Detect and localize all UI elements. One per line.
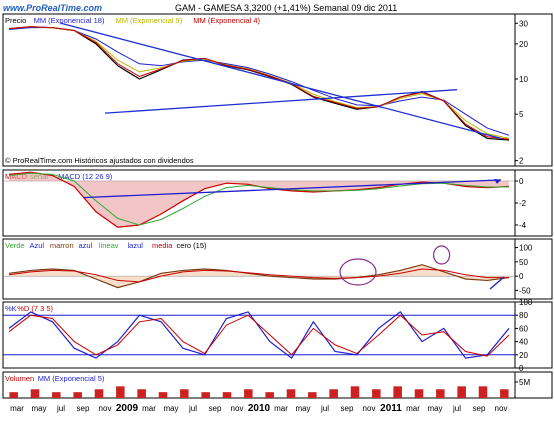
x-tick-label: may	[163, 404, 178, 413]
chart-title: GAM - GAMESA 3,3200 (+1,41%) Semanal 09 …	[175, 3, 397, 13]
x-tick-label: sep	[341, 404, 354, 413]
volume-bar	[350, 386, 360, 398]
legend-entry: lineav	[99, 241, 119, 250]
x-tick-label: mar	[274, 404, 288, 413]
volume-bar	[201, 392, 210, 398]
x-tick-label: nov	[363, 404, 376, 413]
volume-bar	[180, 389, 189, 398]
x-tick-label: jul	[188, 404, 197, 413]
volume-bar	[500, 389, 509, 398]
legend-entry: MM (Exponencial 4)	[193, 16, 260, 25]
volume-bar	[478, 386, 488, 398]
x-tick-label: sep	[209, 404, 222, 413]
legend-entry: Volumen	[5, 374, 34, 383]
x-tick-label: nov	[495, 404, 508, 413]
y-tick-label: 100	[519, 298, 533, 307]
legend-entry: MM (Exponencial 9)	[116, 16, 183, 25]
volume-bar	[329, 389, 338, 398]
panel-stochastic: 100806040200%K %D (7 3 5)	[2, 298, 553, 373]
volume-bar	[414, 389, 424, 398]
panel-frame	[2, 13, 516, 167]
volume-bar	[158, 392, 168, 398]
volume-bar	[372, 389, 381, 398]
legend-entry: MM (Exponencial 5)	[38, 374, 105, 383]
y-tick-label: 100	[519, 244, 533, 253]
x-tick-label: 2009	[116, 403, 139, 414]
volume-bar	[94, 389, 104, 398]
legend-entry: %D (7 3 5)	[17, 304, 53, 313]
volume-bar	[393, 386, 402, 398]
volume-bar	[308, 392, 317, 398]
footnote: © ProRealTime.com Históricos ajustados c…	[5, 156, 194, 165]
chart-window: www.ProRealTime.com GAM - GAMESA 3,3200 …	[0, 0, 554, 418]
x-tick-label: mar	[406, 404, 420, 413]
panel-volume: 5M Volumen MM (Exponencial 5)	[2, 371, 553, 399]
x-tick-label: jul	[56, 404, 65, 413]
y-axis-frame	[514, 13, 553, 167]
volume-bar	[222, 392, 232, 398]
legend-entry: azul	[79, 241, 93, 250]
volume-bar	[457, 386, 466, 398]
x-tick-label: 2010	[248, 403, 271, 414]
panel-price: 30 20 10 5 2 Precio MM (Exponencial 18) MM (Exp…	[2, 13, 553, 167]
x-tick-label: nov	[99, 404, 112, 413]
legend-entry: %K	[5, 304, 17, 313]
x-tick-label: jul	[452, 404, 461, 413]
y-tick-label: 0	[519, 177, 524, 186]
x-tick-label: sep	[473, 404, 486, 413]
y-tick-label: -2	[519, 199, 527, 208]
x-tick-label: mar	[142, 404, 156, 413]
volume-bar	[244, 389, 253, 398]
volume-bar	[73, 392, 82, 398]
legend-entry: Azul	[30, 241, 45, 250]
volume-bar	[9, 392, 18, 398]
legend-entry: cero (15)	[177, 241, 208, 250]
chart-canvas: www.ProRealTime.com GAM - GAMESA 3,3200 …	[0, 0, 554, 418]
site-logo: www.ProRealTime.com	[3, 3, 102, 13]
legend-entry: Verde	[5, 241, 25, 250]
panel-oscillator: 100 50 0 -50 Verde Azul marron azul lineav lazul m…	[2, 238, 553, 300]
x-tick-label: mar	[10, 404, 24, 413]
x-tick-label: 2011	[380, 403, 402, 414]
volume-bar	[52, 392, 61, 398]
legend-entry: media	[152, 241, 173, 250]
x-tick-label: may	[427, 404, 442, 413]
legend-entry: marron	[50, 241, 74, 250]
legend-entry: lazul	[128, 241, 144, 250]
y-tick-label: 20	[519, 40, 528, 49]
volume-bar	[265, 392, 274, 398]
y-tick-label: -4	[519, 221, 527, 230]
volume-bar	[286, 389, 296, 398]
legend-entry: MACD (12 26 9)	[58, 172, 113, 181]
y-tick-label: 60	[519, 324, 528, 333]
y-tick-label: 10	[519, 75, 528, 84]
y-tick-label: 5M	[519, 378, 530, 387]
legend-entry: MM (Exponencial 18)	[34, 16, 105, 25]
y-tick-label: 80	[519, 311, 528, 320]
x-tick-label: jul	[320, 404, 329, 413]
panel-frame	[2, 301, 516, 369]
y-tick-label: 2	[519, 157, 524, 166]
x-tick-label: may	[295, 404, 310, 413]
y-tick-label: 30	[519, 19, 528, 28]
volume-bar	[137, 389, 146, 398]
y-tick-label: -50	[519, 286, 531, 295]
volume-bar	[30, 389, 40, 398]
y-tick-label: 20	[519, 351, 528, 360]
x-tick-label: may	[31, 404, 46, 413]
y-tick-label: 50	[519, 258, 528, 267]
x-tick-label: sep	[77, 404, 90, 413]
y-tick-label: 40	[519, 338, 528, 347]
panel-macd: 0-2-4MACD- señalMACD (12 26 9)	[2, 169, 553, 237]
volume-bar	[436, 389, 445, 398]
legend-entry: Precio	[5, 16, 26, 25]
x-tick-label: nov	[231, 404, 244, 413]
y-tick-label: 0	[519, 272, 524, 281]
y-tick-label: 5	[519, 110, 524, 119]
volume-bar	[116, 386, 125, 398]
